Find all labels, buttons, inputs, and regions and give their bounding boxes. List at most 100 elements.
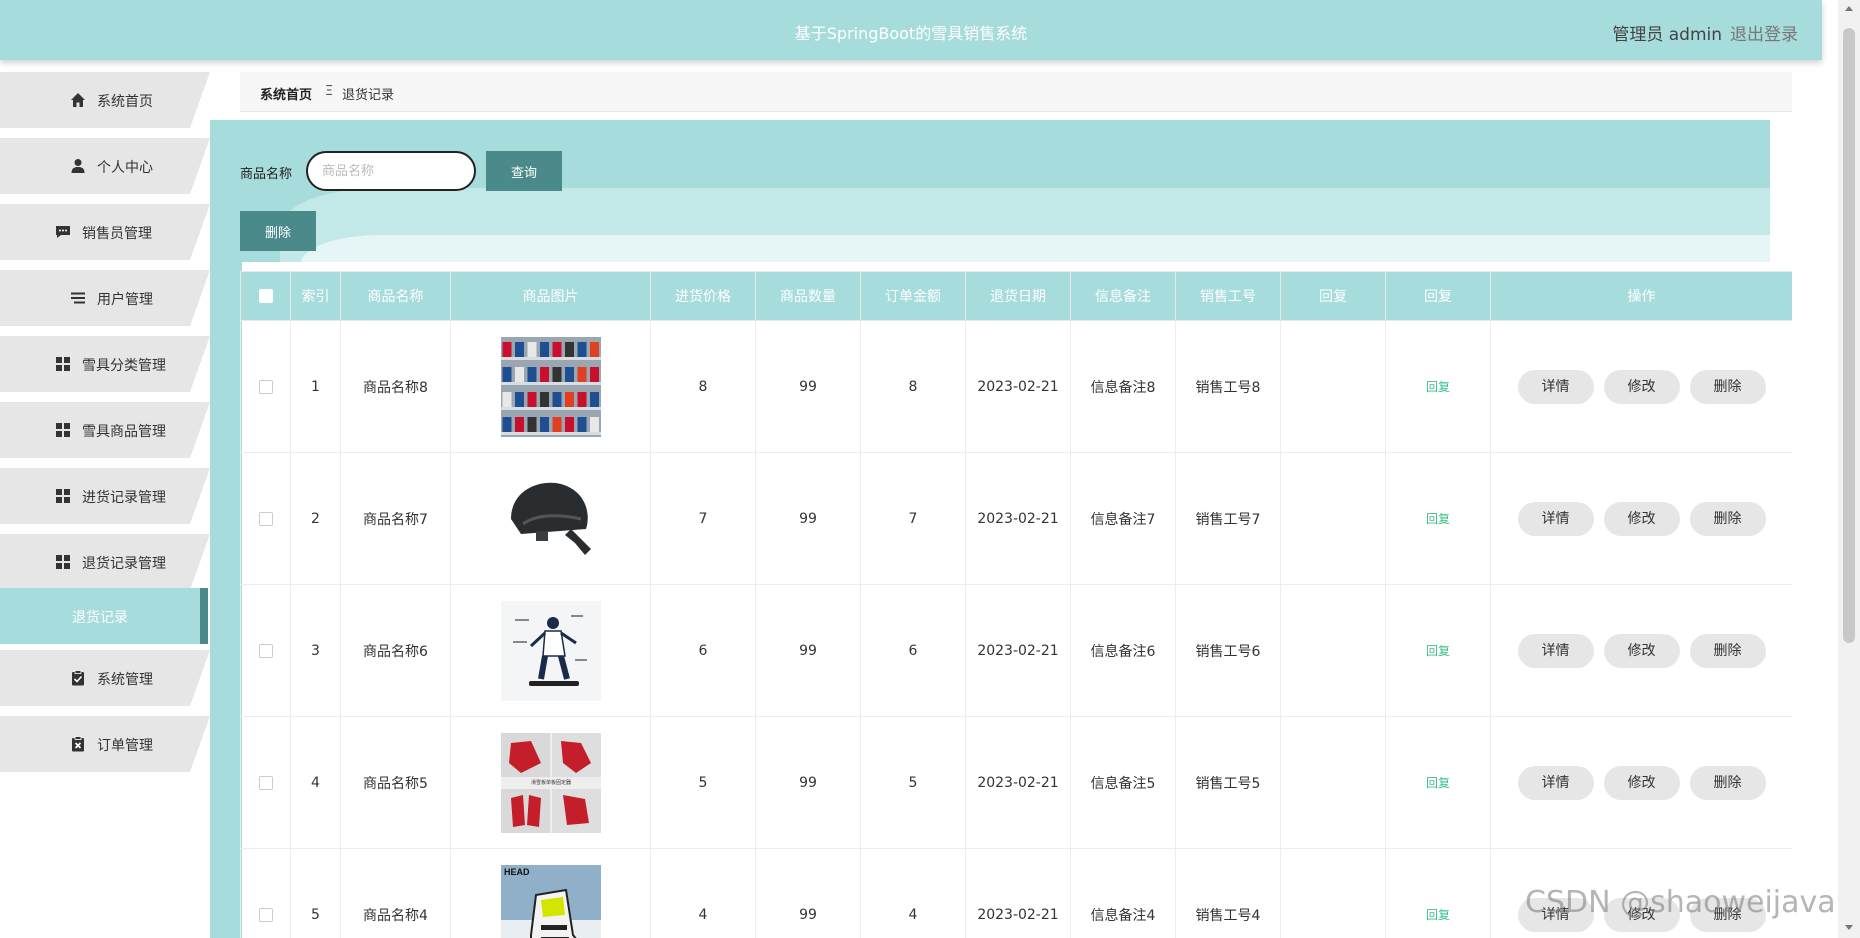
reply-link[interactable]: 回复 [1426, 908, 1450, 922]
search-input[interactable] [306, 151, 476, 191]
table-header-row: 索引 商品名称 商品图片 进货价格 商品数量 订单金额 退货日期 信息备注 销售工号 回复 回复 操作 [240, 271, 1792, 321]
edit-button[interactable]: 修改 [1603, 765, 1680, 800]
grid-icon [55, 356, 71, 372]
cell-price: 4 [650, 848, 756, 938]
column-header: 商品图片 [450, 271, 651, 321]
scroll-up-arrow-icon[interactable] [1845, 6, 1853, 11]
sidebar-item-label: 进货记录管理 [82, 490, 166, 506]
delete-button[interactable]: 删除 [1689, 501, 1766, 536]
cell-date: 2023-02-21 [965, 452, 1071, 585]
logout-link[interactable]: 退出登录 [1730, 20, 1798, 45]
cell-reply-text [1280, 848, 1386, 938]
edit-button[interactable]: 修改 [1603, 501, 1680, 536]
grid-icon [55, 488, 71, 504]
cell-name: 商品名称4 [340, 848, 451, 938]
scrollbar-thumb[interactable] [1843, 28, 1855, 643]
reply-link[interactable]: 回复 [1426, 776, 1450, 790]
clipboard-check-icon [70, 670, 86, 686]
sidebar-item-label: 销售员管理 [82, 226, 152, 242]
delete-button[interactable]: 删除 [1689, 369, 1766, 404]
cell-staff: 销售工号6 [1175, 584, 1281, 717]
sidebar-item-label: 雪具分类管理 [82, 358, 166, 374]
product-image [500, 336, 601, 437]
column-header: 索引 [290, 271, 341, 321]
select-all-checkbox[interactable] [258, 289, 273, 303]
sidebar-item-2[interactable]: 销售员管理 [0, 204, 210, 260]
column-header: 销售工号 [1175, 271, 1281, 321]
cell-staff: 销售工号7 [1175, 452, 1281, 585]
sidebar-item-4[interactable]: 雪具分类管理 [0, 336, 210, 392]
sidebar-item-6[interactable]: 进货记录管理 [0, 468, 210, 524]
select-all-cell [240, 271, 291, 321]
cell-qty: 99 [755, 848, 861, 938]
cell-staff: 销售工号8 [1175, 320, 1281, 453]
cell-reply-text [1280, 452, 1386, 585]
sidebar-item-1[interactable]: 个人中心 [0, 138, 210, 194]
brand-text: HEAD [504, 867, 530, 877]
sidebar-item-5[interactable]: 雪具商品管理 [0, 402, 210, 458]
cell-note: 信息备注5 [1070, 716, 1176, 849]
row-checkbox[interactable] [258, 511, 273, 526]
sidebar-item-label: 系统首页 [97, 94, 153, 110]
cell-price: 6 [650, 584, 756, 717]
cell-qty: 99 [755, 584, 861, 717]
detail-button[interactable]: 详情 [1517, 501, 1594, 536]
cell-reply-text [1280, 584, 1386, 717]
cell-note: 信息备注4 [1070, 848, 1176, 938]
sidebar-item-label: 雪具商品管理 [82, 424, 166, 440]
edit-button[interactable]: 修改 [1603, 633, 1680, 668]
column-header: 操作 [1490, 271, 1792, 321]
sidebar-item-3[interactable]: 用户管理 [0, 270, 210, 326]
grid-icon [55, 422, 71, 438]
cell-amount: 7 [860, 452, 966, 585]
watermark: CSDN @shaoweijava [1525, 885, 1836, 920]
delete-button[interactable]: 删除 [1689, 765, 1766, 800]
detail-button[interactable]: 详情 [1517, 765, 1594, 800]
breadcrumb-home[interactable]: 系统首页 [260, 84, 312, 103]
cell-price: 5 [650, 716, 756, 849]
reply-link[interactable]: 回复 [1426, 512, 1450, 526]
reply-link[interactable]: 回复 [1426, 380, 1450, 394]
clipboard-x-icon [70, 736, 86, 752]
product-image [500, 600, 601, 701]
row-checkbox[interactable] [258, 775, 273, 790]
cell-staff: 销售工号4 [1175, 848, 1281, 938]
edit-button[interactable]: 修改 [1603, 369, 1680, 404]
row-checkbox[interactable] [258, 379, 273, 394]
sidebar-item-7[interactable]: 退货记录管理 [0, 534, 210, 590]
cell-amount: 5 [860, 716, 966, 849]
sidebar-item-label: 退货记录管理 [82, 556, 166, 572]
sidebar-item-0[interactable]: 系统首页 [0, 72, 210, 128]
home-icon [70, 92, 86, 108]
scroll-down-arrow-icon[interactable] [1845, 925, 1853, 930]
current-user: 管理员 admin [1612, 25, 1722, 45]
delete-button[interactable]: 删除 [1689, 633, 1766, 668]
row-checkbox[interactable] [258, 907, 273, 922]
cell-amount: 4 [860, 848, 966, 938]
cell-note: 信息备注6 [1070, 584, 1176, 717]
cell-name: 商品名称6 [340, 584, 451, 717]
query-button[interactable]: 查询 [486, 151, 562, 191]
vertical-scrollbar[interactable] [1838, 0, 1860, 938]
detail-button[interactable]: 详情 [1517, 633, 1594, 668]
sidebar-item-label: 退货记录 [72, 610, 128, 626]
batch-delete-button[interactable]: 删除 [240, 211, 316, 251]
chat-icon [55, 224, 71, 240]
row-checkbox[interactable] [258, 643, 273, 658]
sidebar-item-9[interactable]: 系统管理 [0, 650, 210, 706]
column-header: 信息备注 [1070, 271, 1176, 321]
sidebar-item-10[interactable]: 订单管理 [0, 716, 210, 772]
cell-name: 商品名称5 [340, 716, 451, 849]
sidebar-item-8[interactable]: 退货记录 [0, 588, 210, 644]
data-table-wrapper: 索引 商品名称 商品图片 进货价格 商品数量 订单金额 退货日期 信息备注 销售工号 回复 回复 操作… [240, 271, 1792, 938]
reply-link[interactable]: 回复 [1426, 644, 1450, 658]
app-title: 基于SpringBoot的雪具销售系统 [794, 24, 1028, 43]
cell-name: 商品名称7 [340, 452, 451, 585]
data-table: 索引 商品名称 商品图片 进货价格 商品数量 订单金额 退货日期 信息备注 销售工号 回复 回复 操作… [240, 271, 1792, 938]
search-label: 商品名称 [240, 167, 293, 182]
cell-note: 信息备注8 [1070, 320, 1176, 453]
binding-caption: 滑雪板单板固定器 [530, 779, 570, 786]
cell-date: 2023-02-21 [965, 320, 1071, 453]
detail-button[interactable]: 详情 [1517, 369, 1594, 404]
cell-reply-text [1280, 716, 1386, 849]
